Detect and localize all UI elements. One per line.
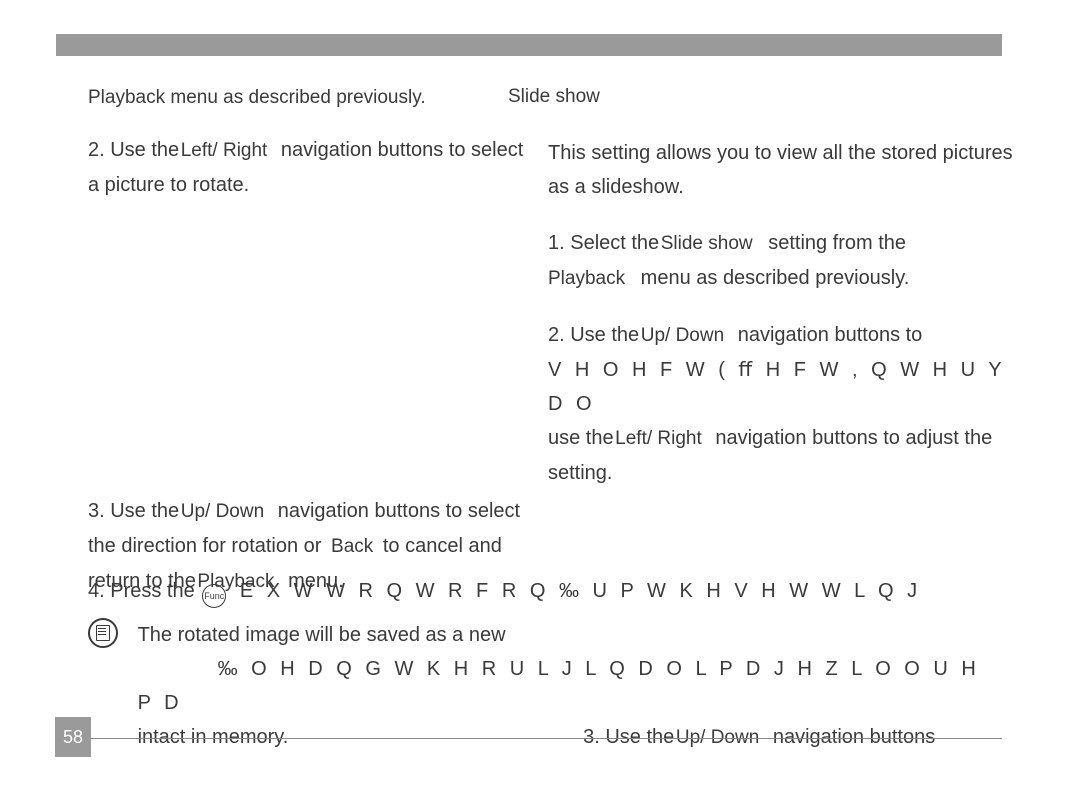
note-body: The rotated image will be saved as a new… (138, 618, 998, 755)
text: Up/ Down (641, 325, 724, 346)
text: 2. Use the (548, 324, 639, 346)
text: navigation buttons to (738, 324, 923, 346)
left-p1: Playback menu as described previously. (88, 80, 538, 115)
text: This setting allows you to view all the … (548, 142, 1013, 198)
note-block: The rotated image will be saved as a new… (88, 618, 1008, 755)
note-icon (88, 618, 118, 648)
text: intact in memory. (138, 720, 578, 754)
page-number: 58 (55, 717, 91, 757)
text: 3. Use the (88, 500, 179, 522)
text: 2. Use the (88, 139, 179, 161)
right-p1: This setting allows you to view all the … (548, 136, 1018, 204)
text: Up/ Down (181, 501, 264, 522)
manual-page: Playback menu as described previously. 2… (0, 0, 1080, 785)
right-p3: 2. Use the Up/ Down navigation buttons t… (548, 318, 1018, 490)
text: Slide show (661, 233, 753, 254)
spacer (88, 224, 538, 494)
left-p2: 2. Use the Left/ Right navigation button… (88, 133, 538, 202)
right-column: Slide show This setting allows you to vi… (548, 80, 1018, 512)
text: 1. Select the (548, 232, 659, 254)
text: Playback (548, 268, 625, 289)
footer-rule (90, 738, 1002, 739)
left-column: Playback menu as described previously. 2… (88, 80, 538, 621)
text: 3. Use the (583, 726, 674, 748)
garbled-text: E X W W R Q W R F R Q ‰ U P W K H V H W … (240, 580, 921, 602)
press-func-row: 4. Press the Func E X W W R Q W R F R Q … (88, 574, 1008, 608)
text: navigation buttons (773, 726, 935, 748)
text: 4. Press the (88, 580, 195, 602)
right-p2: 1. Select the Slide show setting from th… (548, 226, 1018, 296)
garbled-text: V H O H F W ( ﬀ H F W , Q W H U Y D O (548, 359, 1005, 415)
text: menu as described previously. (641, 267, 910, 289)
slideshow-heading: Slide show (508, 80, 1018, 114)
text: The rotated image will be saved as a new (138, 624, 506, 646)
page-content: Playback menu as described previously. 2… (88, 80, 1008, 750)
text: setting from the (768, 232, 906, 254)
text: Left/ Right (615, 428, 702, 449)
text: use the (548, 427, 614, 449)
func-button-icon: Func (202, 584, 226, 608)
func-label: Func (204, 591, 224, 601)
garbled-text: ‰ O H D Q G W K H R U L J L Q D O L P D … (138, 658, 980, 714)
text: Slide show (508, 86, 600, 107)
header-bar (56, 34, 1002, 56)
page-number-text: 58 (63, 727, 83, 748)
text: Back (331, 536, 373, 557)
text: Playback menu as described previously. (88, 87, 426, 108)
text: Left/ Right (181, 140, 268, 161)
